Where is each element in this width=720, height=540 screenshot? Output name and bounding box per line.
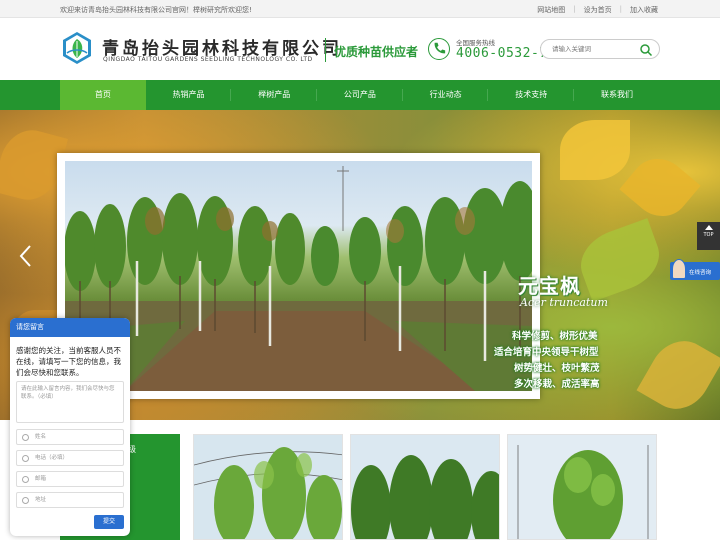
phone-placeholder: 电话（必填） (35, 455, 69, 461)
chat-message: 感谢您的关注，当前客服人员不在线，请填写一下您的信息，我们会尽快和您联系。 (16, 346, 121, 377)
main-nav: 首页 热销产品 榉树产品 公司产品 行业动态 技术支持 联系我们 (0, 80, 720, 110)
email-placeholder: 邮箱 (35, 476, 47, 482)
feature-line: 科学修剪、树形优美 (512, 331, 598, 342)
arrow-up-icon (704, 225, 713, 230)
feature-line: 适合培育中央领导干树型 (494, 347, 599, 358)
nursery-photo (65, 161, 532, 391)
user-icon (22, 434, 29, 441)
divider: | (573, 5, 576, 13)
prev-slide-arrow[interactable] (18, 244, 34, 268)
set-homepage-link[interactable]: 设为首页 (584, 5, 612, 15)
brand-name-en: QINGDAO TAITOU GARDENS SEEDLING TECHNOLO… (103, 56, 313, 63)
online-consult-label: 在线咨询 (689, 270, 712, 276)
top-label: TOP (703, 232, 714, 238)
nav-item-home[interactable]: 首页 (60, 80, 146, 110)
nav-item-zelkova-products[interactable]: 榉树产品 (231, 80, 317, 110)
phone-field[interactable]: 电话（必填） (16, 450, 124, 466)
nav-item-contact[interactable]: 联系我们 (574, 80, 660, 110)
search-icon[interactable] (639, 43, 653, 57)
address-field[interactable]: 地址 (16, 492, 124, 508)
decorative-leaf (572, 218, 668, 302)
add-favorite-link[interactable]: 加入收藏 (630, 5, 658, 15)
product-card[interactable] (350, 434, 500, 540)
top-bar: 欢迎来访青岛抬头园林科技有限公司官网！榉树研究所欢迎您! 网站地图 | 设为首页… (0, 0, 720, 18)
nav-item-hot-products[interactable]: 热销产品 (146, 80, 232, 110)
nav-item-industry-news[interactable]: 行业动态 (403, 80, 489, 110)
slogan: 优质种苗供应者 (334, 45, 419, 59)
nav-item-tech-support[interactable]: 技术支持 (488, 80, 574, 110)
address-placeholder: 地址 (35, 497, 47, 503)
message-textarea[interactable]: 请在此输入留言内容，我们会尽快与您联系。（必填） (16, 381, 124, 423)
leave-message-widget: 请您留言 感谢您的关注，当前客服人员不在线，请填写一下您的信息，我们会尽快和您联… (10, 318, 130, 536)
feature-line: 多次移栽、成活率高 (514, 379, 600, 390)
email-field[interactable]: 邮箱 (16, 471, 124, 487)
email-icon (22, 476, 29, 483)
phone-icon (22, 455, 29, 462)
name-field[interactable]: 姓名 (16, 429, 124, 445)
product-card[interactable] (507, 434, 657, 540)
decorative-leaf (560, 120, 630, 180)
submit-button[interactable]: 提交 (94, 515, 124, 529)
welcome-text: 欢迎来访青岛抬头园林科技有限公司官网！榉树研究所欢迎您! (60, 6, 252, 14)
chat-title[interactable]: 请您留言 (10, 318, 130, 337)
back-to-top-button[interactable]: TOP (697, 222, 720, 250)
sitemap-link[interactable]: 网站地图 (537, 5, 565, 15)
location-icon (22, 497, 29, 504)
search-input[interactable] (552, 43, 642, 56)
agent-avatar (672, 259, 686, 279)
top-links: 网站地图 | 设为首页 | 加入收藏 (537, 5, 658, 15)
decorative-leaf (619, 147, 701, 228)
name-placeholder: 姓名 (35, 434, 47, 440)
product-card[interactable] (193, 434, 343, 540)
online-consult-button[interactable]: 在线咨询 (670, 259, 720, 280)
phone-icon (428, 38, 450, 60)
species-name-latin: Acer truncatum (520, 296, 608, 309)
search-box (540, 39, 660, 59)
nav-item-company-products[interactable]: 公司产品 (317, 80, 403, 110)
company-logo[interactable] (60, 31, 94, 65)
divider: | (619, 5, 622, 13)
site-header: 青岛抬头园林科技有限公司 QINGDAO TAITOU GARDENS SEED… (0, 18, 720, 80)
header-divider (325, 38, 326, 62)
species-name-cn: 元宝枫 (518, 274, 581, 298)
feature-line: 树势健壮、枝叶繁茂 (514, 363, 600, 374)
decorative-leaf (636, 329, 720, 420)
